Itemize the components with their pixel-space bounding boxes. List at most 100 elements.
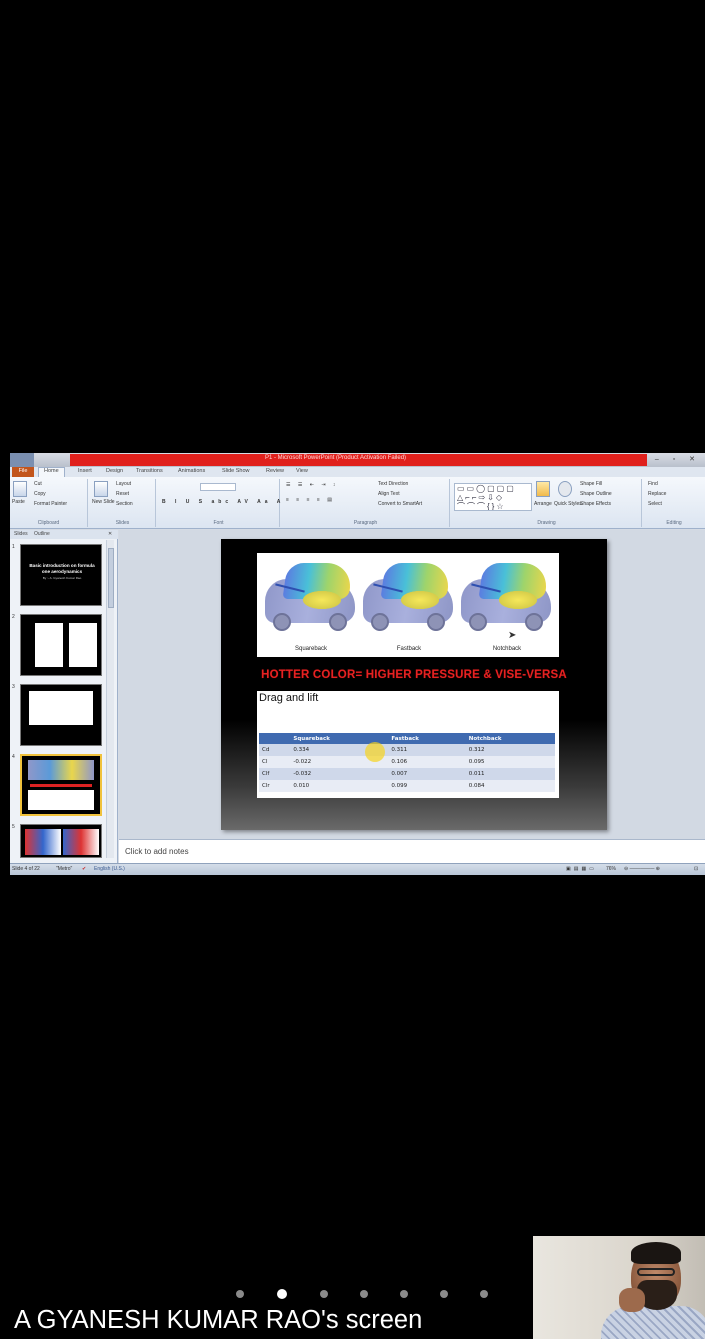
tab-outline[interactable]: Outline (34, 531, 50, 537)
drawing-group-label: Drawing (537, 520, 556, 526)
format-painter-button[interactable]: Format Painter (34, 501, 67, 507)
convert-smartart-button[interactable]: Convert to SmartArt (378, 501, 422, 507)
tab-home[interactable]: Home (38, 467, 65, 477)
shape-effects-button[interactable]: Shape Effects (580, 501, 611, 507)
table-cell: Cd (259, 744, 291, 756)
table-cell: 0.106 (388, 756, 466, 768)
page-dot[interactable] (320, 1290, 328, 1298)
laser-pointer-highlight (365, 742, 385, 762)
window-title: P1 - Microsoft PowerPoint (Product Activ… (265, 455, 407, 461)
page-indicator[interactable] (236, 1289, 496, 1302)
slide-thumbnail-3[interactable] (20, 684, 102, 746)
align-text-button[interactable]: Align Text (378, 491, 400, 497)
table-row: Cd 0.334 0.311 0.312 (259, 744, 555, 756)
clipboard-group-label: Clipboard (37, 520, 60, 526)
text-direction-button[interactable]: Text Direction (378, 481, 408, 487)
fit-slide-icon[interactable]: ⊡ (694, 866, 698, 872)
table-header: Notchback (465, 733, 555, 744)
zoom-level[interactable]: 76% (606, 866, 616, 872)
tab-review[interactable]: Review (266, 468, 284, 474)
close-pane-icon[interactable]: ✕ (108, 531, 112, 537)
page-dot[interactable] (480, 1290, 488, 1298)
view-buttons[interactable]: ▣▤▦▭ (566, 866, 597, 872)
participant-video-thumbnail[interactable] (533, 1236, 705, 1339)
thumb-number: 3 (12, 684, 15, 690)
thumb-number: 5 (12, 824, 15, 830)
current-slide[interactable]: Squareback Fastback Notchback ➤ HOTTER C… (221, 539, 607, 830)
paste-icon[interactable] (13, 481, 27, 497)
notes-pane[interactable]: Click to add notes (119, 839, 705, 863)
zoom-slider[interactable]: ⊖ ─────── ⊕ (624, 866, 660, 872)
table-row: Clf -0.032 0.007 0.011 (259, 768, 555, 780)
thumb-number: 2 (12, 614, 15, 620)
arrange-button[interactable]: Arrange (534, 501, 552, 507)
copy-button[interactable]: Copy (34, 491, 46, 497)
spellcheck-icon[interactable]: ✔ (82, 866, 86, 872)
slide-editing-area: Squareback Fastback Notchback ➤ HOTTER C… (119, 530, 705, 839)
clipboard-group: Paste Cut Copy Format Painter Clipboard (10, 479, 88, 527)
language[interactable]: English (U.S.) (94, 866, 125, 872)
thumb-number: 4 (12, 754, 15, 760)
reset-button[interactable]: Reset (116, 491, 129, 497)
car-label: Notchback (492, 646, 522, 652)
font-format-buttons[interactable]: B I U S abc AV Aa A (162, 499, 284, 505)
page-dot[interactable] (360, 1290, 368, 1298)
cut-button[interactable]: Cut (34, 481, 42, 487)
thumb-number: 1 (12, 544, 15, 550)
powerpoint-app-icon[interactable] (10, 453, 34, 467)
table-cell: 0.311 (388, 744, 466, 756)
slide-thumbnail-2[interactable] (20, 614, 102, 676)
pane-scrollbar[interactable] (106, 540, 114, 858)
shape-outline-button[interactable]: Shape Outline (580, 491, 612, 497)
tab-insert[interactable]: Insert (78, 468, 92, 474)
slide-thumbnail-4-selected[interactable] (20, 754, 102, 816)
font-size-box[interactable] (200, 483, 236, 491)
window-title-bar: P1 - Microsoft PowerPoint (Product Activ… (10, 453, 705, 467)
arrange-icon[interactable] (536, 481, 550, 497)
new-slide-icon[interactable] (94, 481, 108, 497)
replace-button[interactable]: Replace (648, 491, 666, 497)
table-cell: 0.007 (388, 768, 466, 780)
tab-slides[interactable]: Slides (14, 531, 28, 537)
quick-styles-icon[interactable] (558, 481, 572, 497)
find-button[interactable]: Find (648, 481, 658, 487)
page-dot[interactable] (400, 1290, 408, 1298)
page-dot[interactable] (236, 1290, 244, 1298)
paste-button[interactable]: Paste (12, 499, 25, 505)
page-dot-active[interactable] (277, 1289, 287, 1299)
font-group-label: Font (213, 520, 224, 526)
shapes-gallery[interactable]: ▭▭◯▢▢▢ △⌐⌐⇨⇩◇ ⌒⌒⌒{}☆ (454, 483, 532, 511)
layout-button[interactable]: Layout (116, 481, 131, 487)
quick-styles-button[interactable]: Quick Styles (554, 501, 582, 507)
table-row: Clr 0.010 0.099 0.084 (259, 780, 555, 792)
fastback-car-image (361, 557, 457, 637)
section-button[interactable]: Section (116, 501, 133, 507)
window-controls[interactable]: – ▫ ✕ (655, 455, 701, 463)
tab-file[interactable]: File (12, 467, 34, 477)
align-buttons[interactable]: ≡ ≡ ≡ ≡ ▤ (286, 497, 335, 503)
font-group: B I U S abc AV Aa A Font (158, 479, 280, 527)
drag-lift-box: Drag and lift Squareback Fastback Notchb… (257, 691, 559, 798)
tab-transitions[interactable]: Transitions (136, 468, 163, 474)
slide-thumbnail-1[interactable]: Basic introduction on formula one aerody… (20, 544, 102, 606)
shared-screen[interactable]: P1 - Microsoft PowerPoint (Product Activ… (10, 453, 705, 875)
pane-tabs: Slides Outline ✕ (10, 530, 118, 539)
editing-group: Find Replace Select Editing (644, 479, 704, 527)
list-buttons[interactable]: ☰ ☰ ⇤ ⇥ ↕ (286, 482, 338, 488)
status-bar: Slide 4 of 22 "Metro" ✔ English (U.S.) ▣… (10, 863, 705, 875)
tab-design[interactable]: Design (106, 468, 123, 474)
shape-fill-button[interactable]: Shape Fill (580, 481, 602, 487)
new-slide-button[interactable]: New Slide (92, 499, 115, 505)
select-button[interactable]: Select (648, 501, 662, 507)
tab-animations[interactable]: Animations (178, 468, 205, 474)
table-cell: Clr (259, 780, 291, 792)
page-dot[interactable] (440, 1290, 448, 1298)
slide-thumbnail-5[interactable] (20, 824, 102, 858)
thumbnail-title: Basic introduction on formula one aerody… (29, 563, 95, 580)
tab-view[interactable]: View (296, 468, 308, 474)
table-cell: Cl (259, 756, 291, 768)
tab-slide-show[interactable]: Slide Show (222, 468, 250, 474)
slides-group-label: Slides (115, 520, 130, 526)
table-cell: 0.312 (465, 744, 555, 756)
table-cell: -0.032 (290, 768, 389, 780)
